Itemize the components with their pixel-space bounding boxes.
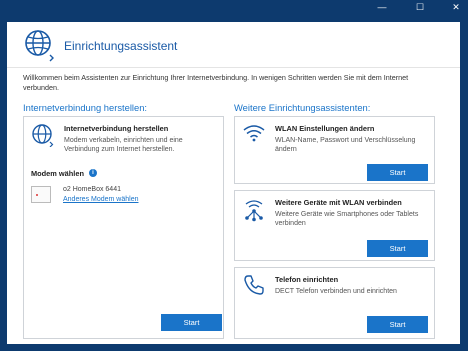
card-description: Weitere Geräte wie Smartphones oder Tabl… — [275, 211, 419, 227]
card-title: Internetverbindung herstellen — [64, 124, 169, 133]
card-title: Telefon einrichten — [275, 275, 339, 284]
start-internet-button[interactable]: Start — [161, 314, 222, 331]
info-icon[interactable]: i — [89, 169, 97, 177]
wizard-dialog: Einrichtungsassistent Willkommen beim As… — [7, 22, 460, 344]
devices-network-icon — [245, 200, 263, 222]
right-section-heading: Weitere Einrichtungsassistenten: — [234, 102, 371, 113]
card-title: Weitere Geräte mit WLAN verbinden — [275, 198, 402, 207]
wlan-settings-card: WLAN Einstellungen ändern WLAN-Name, Pas… — [234, 116, 435, 184]
maximize-button[interactable]: ☐ — [408, 0, 432, 14]
phone-icon — [244, 275, 264, 295]
intro-text: Willkommen beim Assistenten zur Einricht… — [23, 73, 409, 92]
card-description: Modem verkabeln, einrichten und eine Ver… — [64, 137, 183, 153]
window-titlebar: — ☐ ✕ — [0, 0, 468, 14]
minimize-button[interactable]: — — [370, 0, 394, 14]
globe-icon — [25, 30, 54, 62]
modem-device-icon — [31, 186, 51, 203]
card-description: WLAN-Name, Passwort und Verschlüsselung … — [275, 137, 416, 153]
card-title: WLAN Einstellungen ändern — [275, 124, 375, 133]
start-connect-devices-button[interactable]: Start — [367, 240, 428, 257]
selected-modem-name: o2 HomeBox 6441 — [63, 186, 121, 193]
start-phone-setup-button[interactable]: Start — [367, 316, 428, 333]
left-section-heading: Internetverbindung herstellen: — [23, 102, 148, 113]
connect-devices-card: Weitere Geräte mit WLAN verbinden Weiter… — [234, 190, 435, 261]
internet-connection-card: Internetverbindung herstellen Modem verk… — [23, 116, 224, 339]
close-button[interactable]: ✕ — [444, 0, 468, 14]
start-wlan-settings-button[interactable]: Start — [367, 164, 428, 181]
modem-select-label: Modem wählen — [31, 169, 84, 178]
header-divider — [7, 67, 460, 68]
change-modem-link[interactable]: Anderes Modem wählen — [63, 196, 139, 203]
card-description: DECT Telefon verbinden und einrichten — [275, 288, 397, 295]
globe-icon — [32, 124, 54, 147]
wifi-icon — [243, 125, 265, 142]
wizard-title: Einrichtungsassistent — [64, 39, 178, 53]
phone-setup-card: Telefon einrichten DECT Telefon verbinde… — [234, 267, 435, 339]
